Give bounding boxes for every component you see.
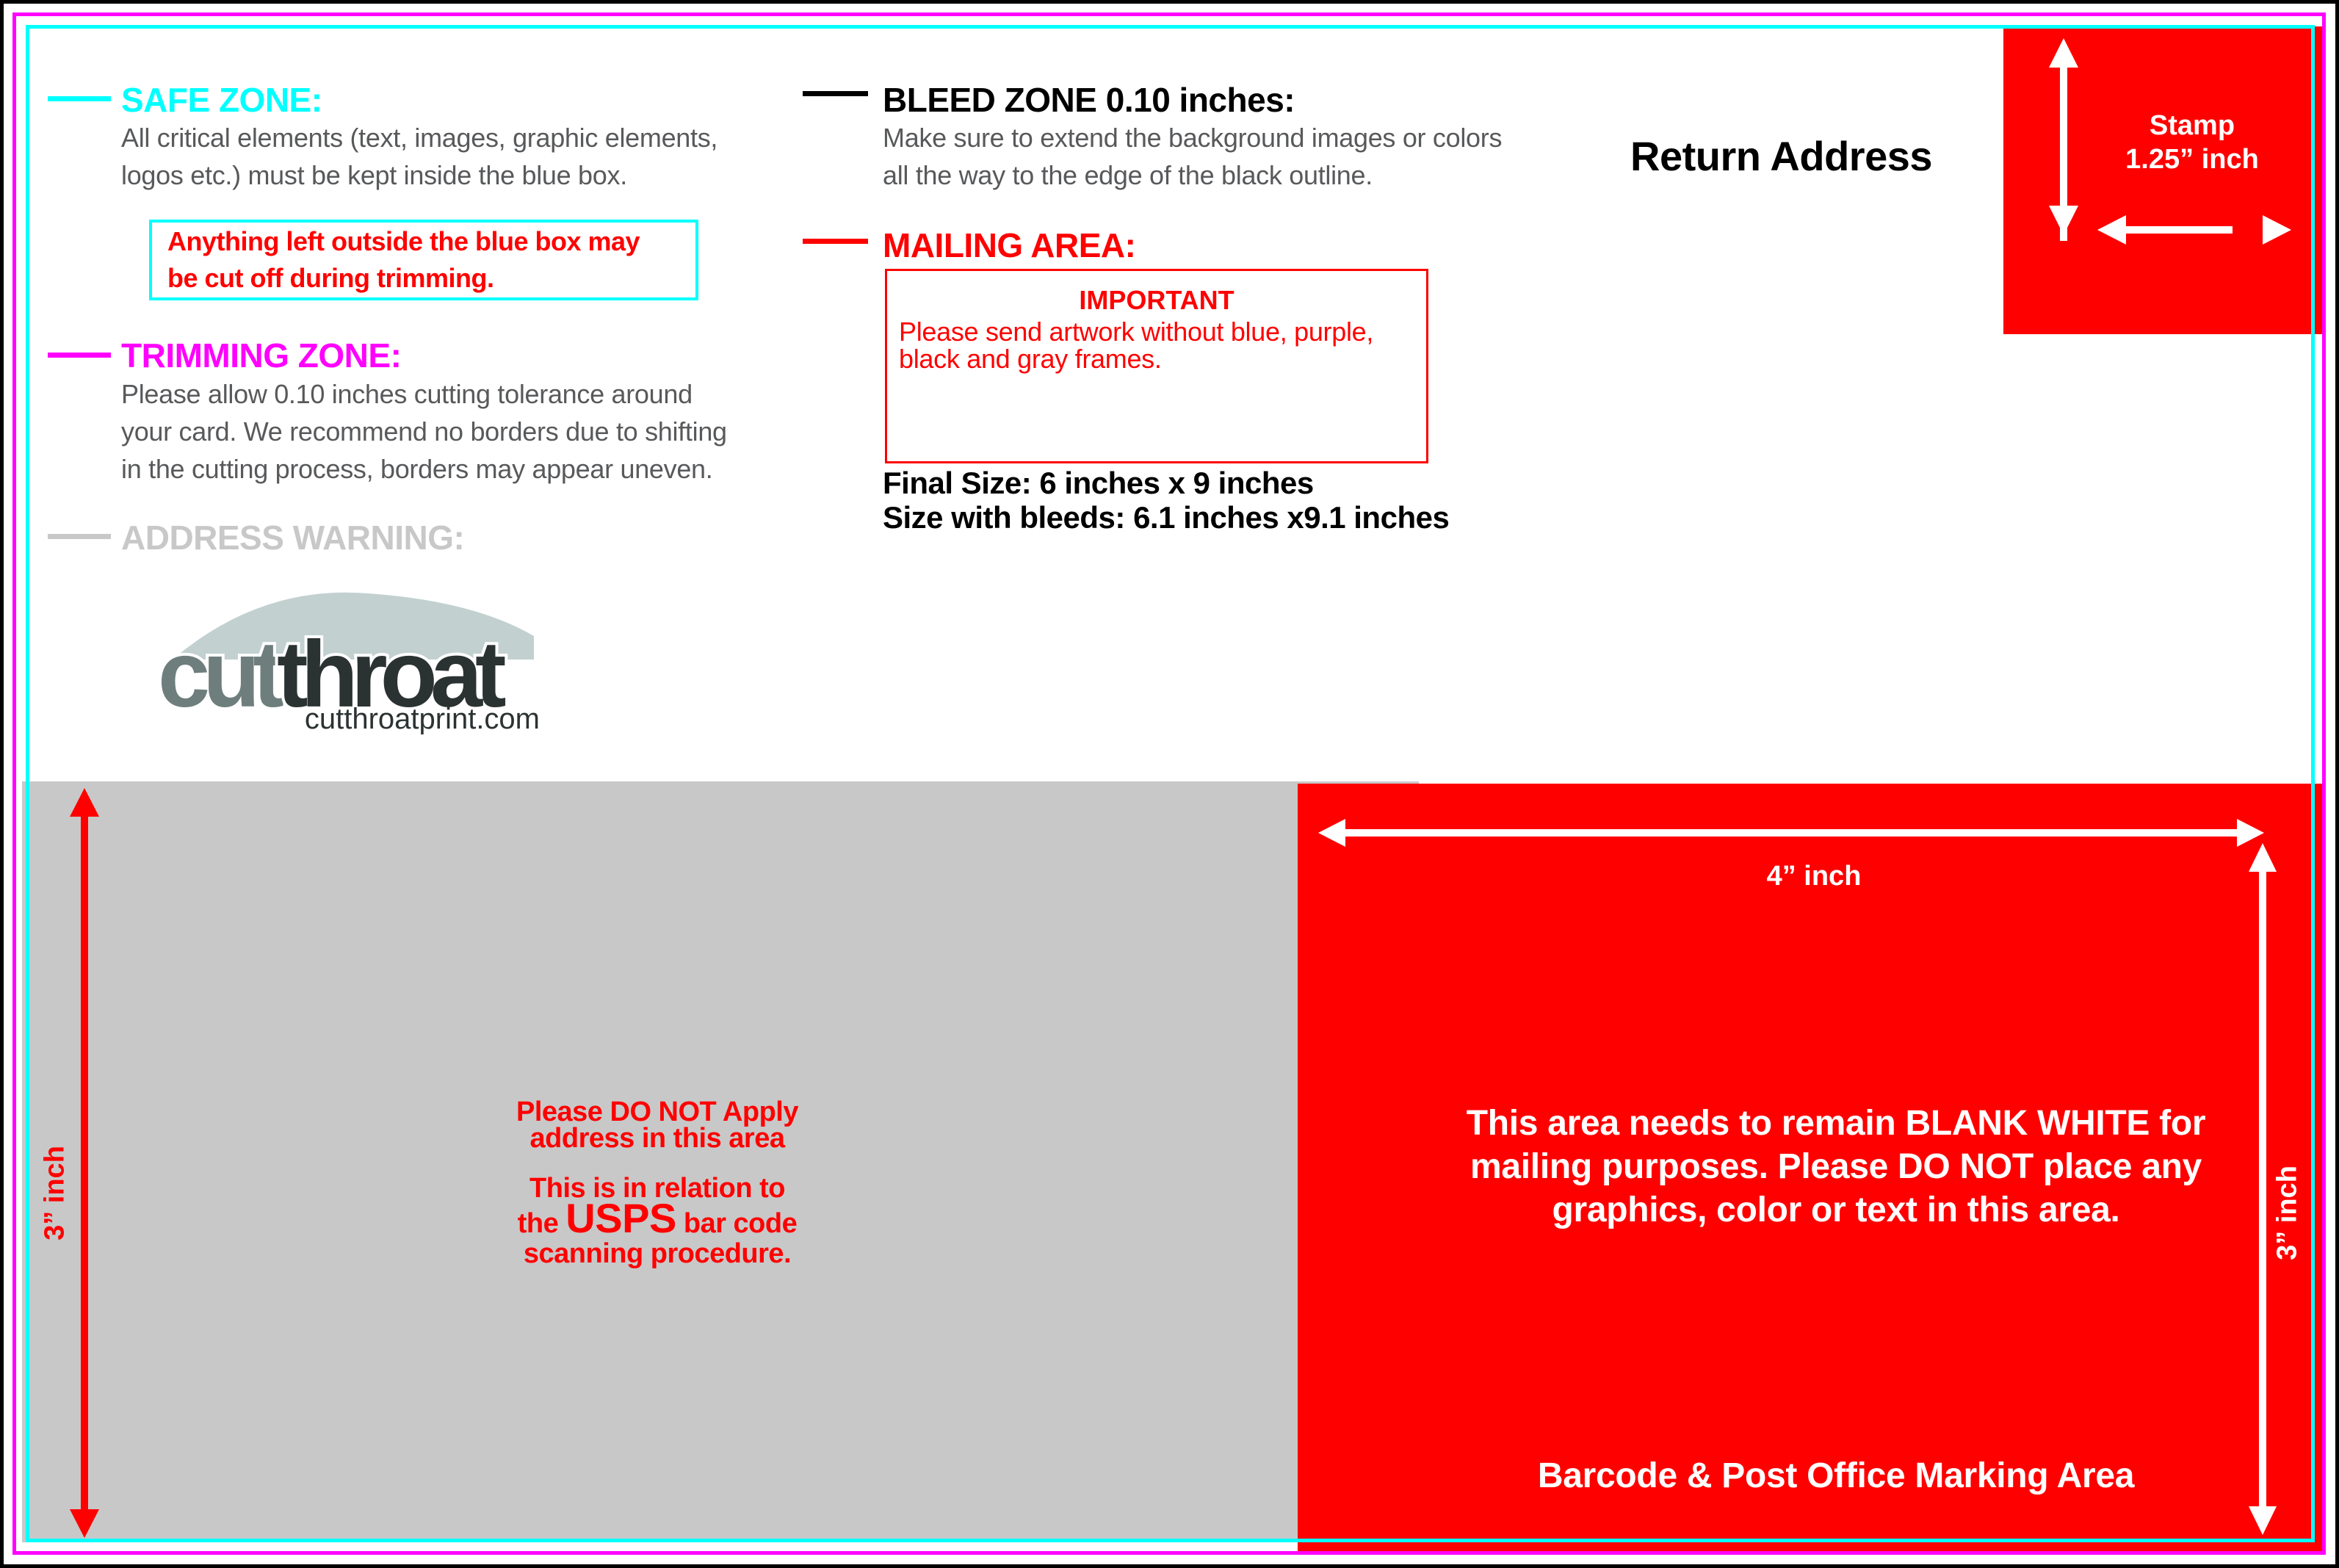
safe-zone-outline bbox=[26, 25, 2315, 1542]
